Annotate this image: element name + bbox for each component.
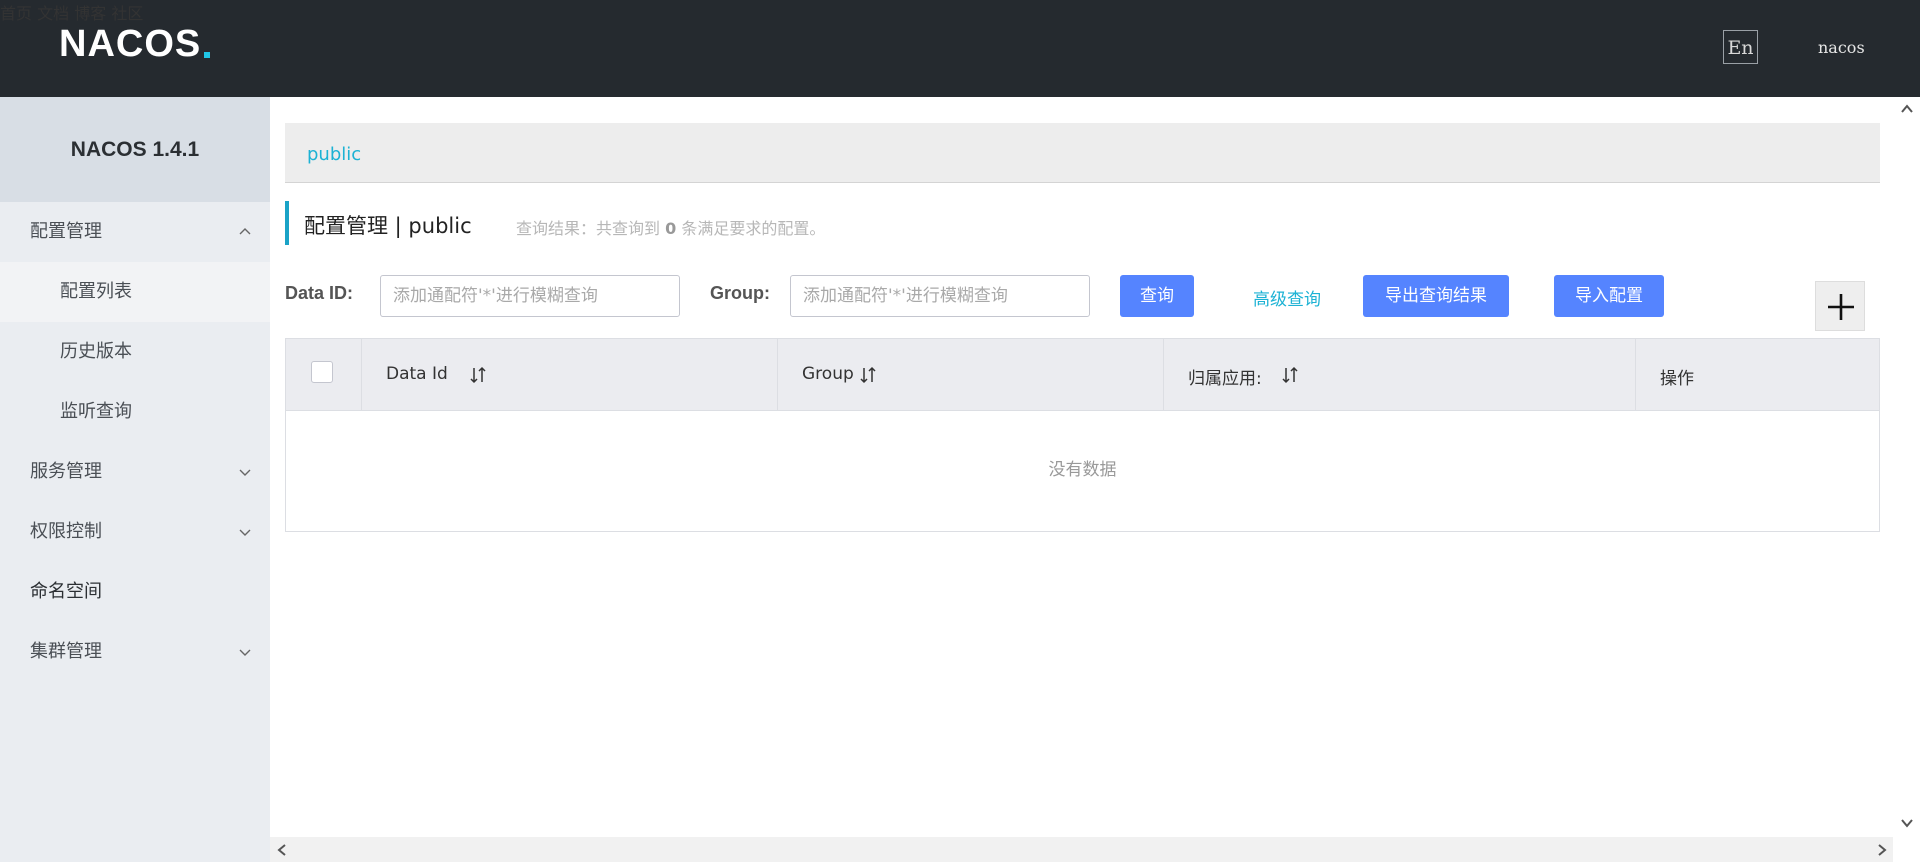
data-id-input[interactable]: [380, 275, 680, 317]
export-results-button[interactable]: 导出查询结果: [1363, 275, 1509, 317]
top-header: NACOS 首页 文档 博客 社区 En nacos: [0, 0, 1920, 97]
nav-home[interactable]: 首页: [0, 4, 32, 23]
nav-community[interactable]: 社区: [111, 4, 143, 23]
logo-dot: [204, 52, 211, 58]
sidebar-item-label: 集群管理: [30, 641, 102, 662]
sidebar-item-namespace[interactable]: 命名空间: [0, 562, 270, 622]
sidebar-item-label: 配置列表: [60, 281, 132, 302]
query-result-summary: 查询结果：共查询到 0 条满足要求的配置。: [516, 215, 825, 239]
result-suffix: 条满足要求的配置。: [681, 219, 826, 238]
language-toggle-button[interactable]: En: [1723, 30, 1758, 64]
result-prefix: 查询结果：共查询到: [516, 219, 661, 238]
empty-table-message: 没有数据: [1048, 460, 1117, 480]
select-all-checkbox[interactable]: [311, 361, 333, 383]
chevron-down-icon: [238, 442, 254, 502]
sort-icon[interactable]: [1282, 366, 1298, 384]
scroll-left-icon[interactable]: [276, 843, 288, 857]
data-id-label: Data ID:: [285, 283, 354, 303]
sidebar-item-label: 权限控制: [30, 521, 102, 542]
scroll-down-icon[interactable]: [1900, 817, 1914, 829]
page-title: 配置管理 | public: [304, 214, 472, 238]
horizontal-scrollbar[interactable]: [270, 837, 1893, 862]
config-table: Data Id Group 归属应用: 操作 没有数据: [285, 338, 1880, 532]
namespace-bar: public: [285, 123, 1880, 183]
scroll-right-icon[interactable]: [1876, 843, 1888, 857]
sidebar-item-history[interactable]: 历史版本: [0, 322, 270, 382]
column-label: 操作: [1660, 369, 1694, 389]
sidebar-item-config-list[interactable]: 配置列表: [0, 262, 270, 322]
sidebar-item-cluster-management[interactable]: 集群管理: [0, 622, 270, 682]
column-actions: 操作: [1636, 339, 1879, 410]
logo-text: NACOS: [59, 23, 202, 65]
group-input[interactable]: [790, 275, 1090, 317]
add-config-button[interactable]: [1815, 281, 1865, 331]
column-label: 归属应用:: [1188, 369, 1262, 389]
column-label: Data Id: [386, 364, 448, 384]
sidebar: NACOS 1.4.1 配置管理 配置列表 历史版本 监听查询 服务管理 权限控…: [0, 97, 270, 862]
main-content: public 配置管理 | public 查询结果：共查询到 0 条满足要求的配…: [270, 97, 1920, 837]
nacos-logo[interactable]: NACOS: [59, 23, 211, 65]
chevron-down-icon: [238, 502, 254, 562]
group-label: Group:: [710, 283, 770, 303]
sidebar-item-listener-query[interactable]: 监听查询: [0, 382, 270, 442]
sidebar-item-label: 配置管理: [30, 221, 102, 242]
plus-icon: [1828, 294, 1854, 320]
namespace-tab-public[interactable]: public: [307, 144, 361, 165]
advanced-query-link[interactable]: 高级查询: [1253, 285, 1321, 310]
sidebar-item-label: 命名空间: [30, 581, 102, 602]
sidebar-item-access-control[interactable]: 权限控制: [0, 502, 270, 562]
sort-icon[interactable]: [860, 366, 876, 384]
page-title-row: 配置管理 | public 查询结果：共查询到 0 条满足要求的配置。: [285, 201, 1489, 245]
result-count: 0: [665, 219, 677, 238]
sidebar-item-label: 监听查询: [60, 401, 132, 422]
sidebar-title: NACOS 1.4.1: [0, 97, 270, 202]
import-config-button[interactable]: 导入配置: [1554, 275, 1664, 317]
chevron-up-icon: [238, 202, 254, 262]
sidebar-item-config-management[interactable]: 配置管理: [0, 202, 270, 262]
column-label: Group: [802, 364, 854, 384]
column-group[interactable]: Group: [778, 339, 1164, 410]
chevron-down-icon: [238, 622, 254, 682]
nav-blog[interactable]: 博客: [74, 4, 106, 23]
nav-docs[interactable]: 文档: [37, 4, 69, 23]
scroll-up-icon[interactable]: [1900, 103, 1914, 115]
user-name[interactable]: nacos: [1818, 38, 1865, 57]
select-all-column: [286, 339, 362, 410]
sort-icon[interactable]: [470, 366, 486, 384]
sidebar-item-label: 服务管理: [30, 461, 102, 482]
sidebar-item-service-management[interactable]: 服务管理: [0, 442, 270, 502]
sidebar-item-label: 历史版本: [60, 341, 132, 362]
query-button[interactable]: 查询: [1120, 275, 1194, 317]
column-app[interactable]: 归属应用:: [1164, 339, 1636, 410]
table-header: Data Id Group 归属应用: 操作: [286, 339, 1879, 411]
column-data-id[interactable]: Data Id: [362, 339, 778, 410]
vertical-scrollbar[interactable]: [1893, 97, 1920, 837]
